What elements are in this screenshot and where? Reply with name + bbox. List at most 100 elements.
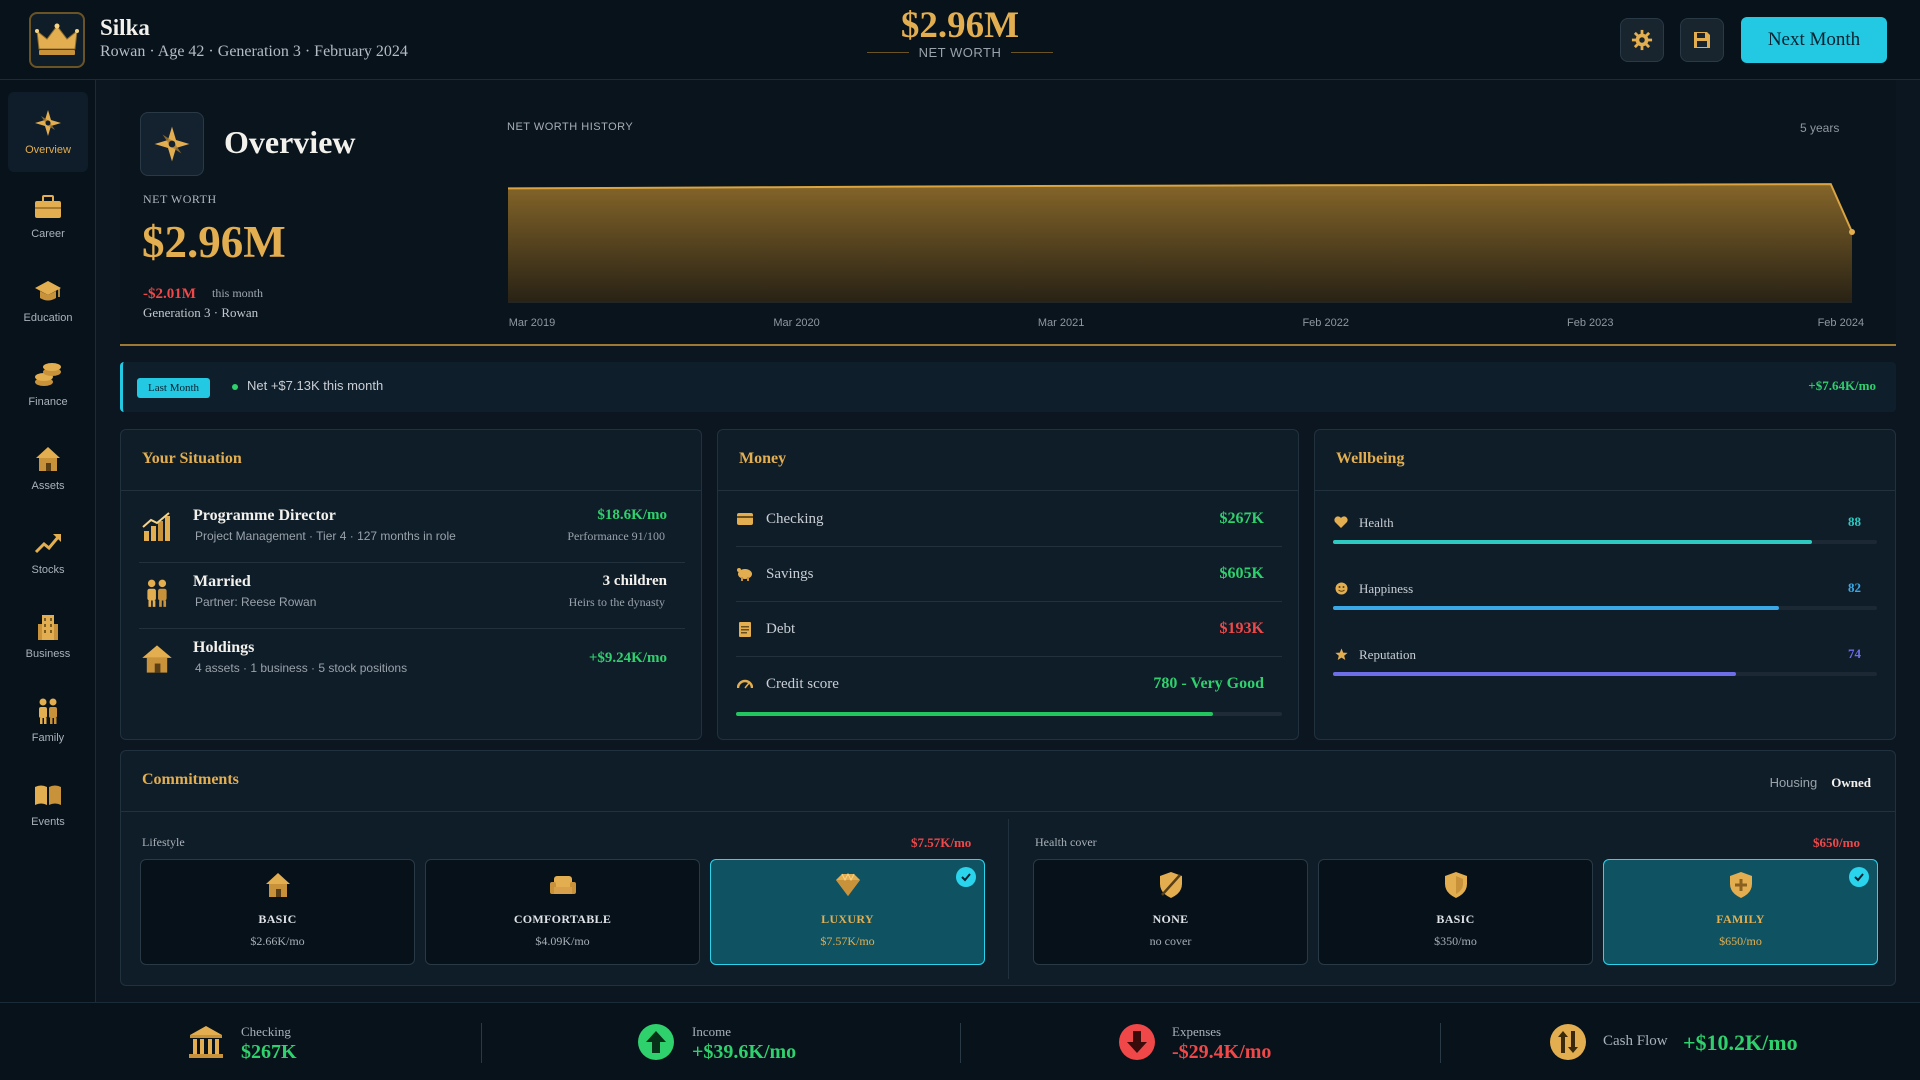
- panel-title: Your Situation: [142, 450, 242, 467]
- gear-icon: [1631, 29, 1653, 51]
- reputation-bar-fill: [1333, 672, 1736, 676]
- partner-name: Partner: Reese Rowan: [195, 595, 317, 609]
- sidebar-item-label: Overview: [25, 144, 71, 156]
- situation-row-holdings[interactable]: Holdings 4 assets · 1 business · 5 stock…: [139, 629, 685, 695]
- sidebar-item-assets[interactable]: Assets: [8, 428, 88, 508]
- check-icon: [956, 867, 976, 887]
- compass-icon: [35, 110, 61, 136]
- net-worth-label: NET WORTH: [143, 192, 217, 206]
- arrow-up-circle-icon: [636, 1022, 676, 1062]
- credit-score-fill: [736, 712, 1214, 716]
- compass-icon: [140, 112, 204, 176]
- money-label: Debt: [766, 621, 796, 637]
- last-month-rate: +$7.64K/mo: [1808, 378, 1876, 393]
- money-row-debt[interactable]: Debt $193K: [736, 602, 1282, 657]
- sidebar: Overview Career Education Finance Assets…: [0, 80, 96, 1002]
- tab-owned[interactable]: Owned: [1831, 775, 1871, 791]
- footer-separator: [1440, 1023, 1441, 1063]
- overview-header: Overview NET WORTH $2.96M -$2.01M this m…: [120, 80, 1896, 346]
- wellbeing-label: Health: [1359, 515, 1394, 530]
- money-row-checking[interactable]: Checking $267K: [736, 492, 1282, 547]
- career-detail: Project Management · Tier 4 · 127 months…: [195, 529, 456, 543]
- happiness-bar-fill: [1333, 606, 1780, 610]
- health-bar: [1333, 540, 1877, 544]
- bottom-summary-bar: Checking $267K Income +$39.6K/mo Expense…: [0, 1002, 1920, 1080]
- tab-housing[interactable]: Housing: [1770, 775, 1818, 791]
- lifestyle-option-basic[interactable]: BASIC $2.66K/mo: [140, 859, 415, 965]
- heart-icon: [1333, 514, 1349, 530]
- footer-cashflow-value: +$10.2K/mo: [1683, 1030, 1798, 1055]
- smiley-icon: [1333, 580, 1349, 596]
- card-icon: [736, 510, 754, 528]
- couple-icon: [139, 575, 175, 611]
- money-label: Credit score: [766, 676, 839, 692]
- house-icon: [141, 870, 414, 900]
- footer-checking-label: Checking: [241, 1024, 291, 1039]
- piggy-bank-icon: [736, 565, 754, 583]
- health-option-basic[interactable]: BASIC $350/mo: [1318, 859, 1593, 965]
- document-icon: [736, 620, 754, 638]
- lifestyle-option-comfortable[interactable]: COMFORTABLE $4.09K/mo: [425, 859, 700, 965]
- panel-title: Wellbeing: [1336, 450, 1405, 467]
- status-dot-icon: [232, 384, 238, 390]
- debt-value: $193K: [1219, 620, 1264, 637]
- arrow-down-circle-icon: [1117, 1022, 1157, 1062]
- sidebar-item-overview[interactable]: Overview: [8, 92, 88, 172]
- last-month-net: Net +$7.13K this month: [247, 378, 384, 393]
- lifestyle-cost: $7.57K/mo: [911, 835, 972, 850]
- money-row-credit[interactable]: Credit score 780 - Very Good: [736, 657, 1282, 712]
- situation-row-family[interactable]: Married Partner: Reese Rowan 3 children …: [139, 563, 685, 629]
- savings-value: $605K: [1219, 565, 1264, 582]
- sidebar-item-label: Finance: [28, 396, 68, 408]
- money-row-savings[interactable]: Savings $605K: [736, 547, 1282, 602]
- header-net-worth: $2.96M NET WORTH: [860, 4, 1060, 60]
- health-option-family[interactable]: FAMILY $650/mo: [1603, 859, 1878, 965]
- sidebar-item-label: Education: [23, 312, 73, 324]
- sidebar-item-stocks[interactable]: Stocks: [8, 512, 88, 592]
- holdings-detail: 4 assets · 1 business · 5 stock position…: [195, 661, 408, 675]
- sidebar-item-label: Stocks: [31, 564, 65, 576]
- trend-up-icon: [34, 534, 61, 554]
- footer-income-value: +$39.6K/mo: [692, 1041, 797, 1063]
- wellbeing-row-health: Health 88: [1333, 492, 1879, 558]
- chart-range-label[interactable]: 5 years: [1800, 121, 1839, 135]
- chart-title: NET WORTH HISTORY: [507, 121, 634, 133]
- save-button[interactable]: [1680, 18, 1724, 62]
- sidebar-item-finance[interactable]: Finance: [8, 344, 88, 424]
- option-name: LUXURY: [821, 912, 874, 926]
- lifestyle-option-luxury[interactable]: LUXURY $7.57K/mo: [710, 859, 985, 965]
- health-option-none[interactable]: NONE no cover: [1033, 859, 1308, 965]
- panel-divider: [121, 490, 701, 491]
- health-value: 88: [1848, 514, 1861, 529]
- sidebar-item-family[interactable]: Family: [8, 680, 88, 760]
- option-price: $350/mo: [1434, 934, 1477, 948]
- x-tick-label: Feb 2024: [1818, 317, 1864, 329]
- top-bar: Silka Rowan · Age 42 · Generation 3 · Fe…: [0, 0, 1920, 80]
- health-bar-fill: [1333, 540, 1812, 544]
- diamond-icon: [711, 870, 984, 900]
- career-title: Programme Director: [193, 507, 336, 524]
- sidebar-item-education[interactable]: Education: [8, 260, 88, 340]
- last-month-badge[interactable]: Last Month: [137, 378, 211, 398]
- sofa-icon: [426, 870, 699, 900]
- chart-end-point: [1849, 228, 1855, 235]
- option-name: BASIC: [258, 912, 297, 926]
- shield-slash-icon: [1034, 870, 1307, 900]
- lifestyle-label: Lifestyle: [142, 835, 185, 849]
- panel-title: Commitments: [142, 771, 239, 788]
- wellbeing-row-reputation: Reputation 74: [1333, 624, 1879, 690]
- sidebar-item-business[interactable]: Business: [8, 596, 88, 676]
- sidebar-item-career[interactable]: Career: [8, 176, 88, 256]
- settings-button[interactable]: [1620, 18, 1664, 62]
- situation-row-career[interactable]: Programme Director Project Management · …: [139, 497, 685, 563]
- reputation-bar: [1333, 672, 1877, 676]
- graduation-cap-icon: [35, 281, 61, 301]
- holdings-title: Holdings: [193, 639, 255, 656]
- option-price: $4.09K/mo: [535, 934, 590, 948]
- health-cover-label: Health cover: [1035, 835, 1097, 849]
- panel-divider: [718, 490, 1298, 491]
- sidebar-item-label: Family: [31, 732, 65, 744]
- sidebar-item-events[interactable]: Events: [8, 764, 88, 844]
- option-name: BASIC: [1436, 912, 1475, 926]
- next-month-button[interactable]: Next Month: [1741, 17, 1887, 63]
